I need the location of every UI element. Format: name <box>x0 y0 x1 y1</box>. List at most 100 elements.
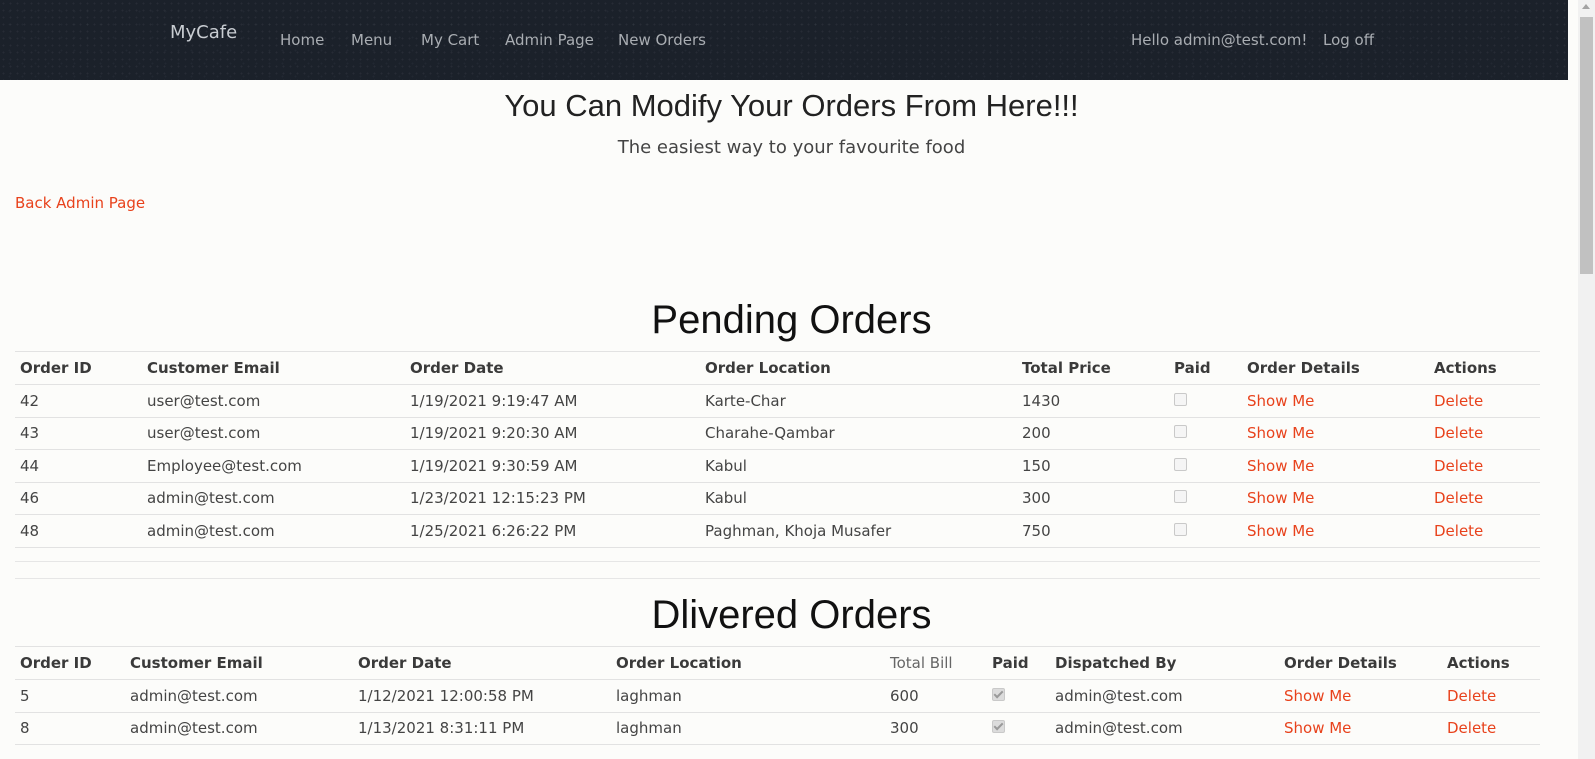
order-location: Paghman, Khoja Musafer <box>700 514 1017 548</box>
col-header-dispatched-by: Dispatched By <box>1050 646 1279 680</box>
order-id: 46 <box>15 482 142 515</box>
total-bill: 300 <box>885 712 987 745</box>
paid-checkbox[interactable] <box>1174 392 1187 406</box>
customer-email: user@test.com <box>142 417 405 450</box>
order-location: Karte-Char <box>700 384 1017 418</box>
order-date: 1/13/2021 8:31:11 PM <box>353 712 611 745</box>
order-date: 1/19/2021 9:19:47 AM <box>405 384 700 418</box>
back-admin-page-link[interactable]: Back Admin Page <box>15 194 145 212</box>
order-id: 5 <box>15 679 125 713</box>
col-header-customer-email: Customer Email <box>125 646 353 680</box>
table-header-row: Order ID Customer Email Order Date Order… <box>15 646 1540 680</box>
col-header-order-id: Order ID <box>15 351 142 385</box>
show-me-link[interactable]: Show Me <box>1247 457 1314 475</box>
nav-link-home[interactable]: Home <box>280 31 324 49</box>
total-price: 150 <box>1017 449 1169 483</box>
col-header-customer-email: Customer Email <box>142 351 405 385</box>
table-row: 44 Employee@test.com 1/19/2021 9:30:59 A… <box>15 449 1540 483</box>
table-row: 46 admin@test.com 1/23/2021 12:15:23 PM … <box>15 482 1540 515</box>
order-date: 1/19/2021 9:20:30 AM <box>405 417 700 450</box>
customer-email: Employee@test.com <box>142 449 405 483</box>
page-subtitle: The easiest way to your favourite food <box>617 137 966 158</box>
delete-link[interactable]: Delete <box>1434 522 1483 540</box>
delete-link[interactable]: Delete <box>1434 424 1483 442</box>
customer-email: admin@test.com <box>125 712 353 745</box>
total-price: 200 <box>1017 417 1169 450</box>
col-header-actions: Actions <box>1429 351 1540 385</box>
table-row: 42 user@test.com 1/19/2021 9:19:47 AM Ka… <box>15 384 1540 418</box>
table-header-row: Order ID Customer Email Order Date Order… <box>15 351 1540 385</box>
col-header-total-price: Total Price <box>1017 351 1169 385</box>
col-header-order-date: Order Date <box>353 646 611 680</box>
total-price: 300 <box>1017 482 1169 515</box>
brand-link[interactable]: MyCafe <box>170 22 237 43</box>
table-row: 43 user@test.com 1/19/2021 9:20:30 AM Ch… <box>15 417 1540 450</box>
order-id: 8 <box>15 712 125 745</box>
order-location: laghman <box>611 679 885 713</box>
order-date: 1/25/2021 6:26:22 PM <box>405 514 700 548</box>
delivered-orders-heading: Dlivered Orders <box>651 593 932 637</box>
col-header-total-bill: Total Bill <box>885 646 987 680</box>
paid-checkbox[interactable] <box>992 720 1005 734</box>
order-location: Kabul <box>700 449 1017 483</box>
table-row: 5 admin@test.com 1/12/2021 12:00:58 PM l… <box>15 679 1540 713</box>
order-id: 48 <box>15 514 142 548</box>
paid-checkbox[interactable] <box>1174 522 1187 536</box>
col-header-paid: Paid <box>1169 351 1242 385</box>
pending-orders-heading: Pending Orders <box>651 298 932 342</box>
order-location: Charahe-Qambar <box>700 417 1017 450</box>
customer-email: admin@test.com <box>125 679 353 713</box>
delete-link[interactable]: Delete <box>1434 489 1483 507</box>
order-location: Kabul <box>700 482 1017 515</box>
top-navbar: MyCafe Home Menu My Cart Admin Page New … <box>0 0 1568 80</box>
order-location: laghman <box>611 712 885 745</box>
paid-checkbox[interactable] <box>1174 490 1187 504</box>
nav-link-admin-page[interactable]: Admin Page <box>505 31 594 49</box>
delete-link[interactable]: Delete <box>1447 719 1496 737</box>
paid-checkbox[interactable] <box>1174 457 1187 471</box>
order-id: 44 <box>15 449 142 483</box>
show-me-link[interactable]: Show Me <box>1247 392 1314 410</box>
delete-link[interactable]: Delete <box>1447 687 1496 705</box>
delete-link[interactable]: Delete <box>1434 392 1483 410</box>
user-greeting-link[interactable]: Hello admin@test.com! <box>1131 31 1307 49</box>
table-row: 8 admin@test.com 1/13/2021 8:31:11 PM la… <box>15 712 1540 745</box>
show-me-link[interactable]: Show Me <box>1247 522 1314 540</box>
paid-checkbox[interactable] <box>1174 425 1187 439</box>
pending-orders-table: Order ID Customer Email Order Date Order… <box>15 351 1540 548</box>
order-date: 1/19/2021 9:30:59 AM <box>405 449 700 483</box>
order-date: 1/23/2021 12:15:23 PM <box>405 482 700 515</box>
delivered-orders-table: Order ID Customer Email Order Date Order… <box>15 646 1540 745</box>
delete-link[interactable]: Delete <box>1434 457 1483 475</box>
show-me-link[interactable]: Show Me <box>1284 719 1351 737</box>
order-id: 42 <box>15 384 142 418</box>
logoff-link[interactable]: Log off <box>1323 31 1374 49</box>
table-row: 48 admin@test.com 1/25/2021 6:26:22 PM P… <box>15 514 1540 548</box>
col-header-order-details: Order Details <box>1279 646 1442 680</box>
show-me-link[interactable]: Show Me <box>1284 687 1351 705</box>
nav-link-new-orders[interactable]: New Orders <box>618 31 706 49</box>
col-header-order-location: Order Location <box>611 646 885 680</box>
nav-link-my-cart[interactable]: My Cart <box>421 31 479 49</box>
order-date: 1/12/2021 12:00:58 PM <box>353 679 611 713</box>
dispatched-by: admin@test.com <box>1050 679 1279 713</box>
divider <box>15 578 1540 579</box>
divider <box>15 561 1540 562</box>
col-header-order-details: Order Details <box>1242 351 1429 385</box>
total-price: 750 <box>1017 514 1169 548</box>
paid-checkbox[interactable] <box>992 687 1005 701</box>
scroll-up-arrow-icon[interactable] <box>1582 4 1590 9</box>
show-me-link[interactable]: Show Me <box>1247 489 1314 507</box>
order-id: 43 <box>15 417 142 450</box>
nav-link-menu[interactable]: Menu <box>351 31 392 49</box>
show-me-link[interactable]: Show Me <box>1247 424 1314 442</box>
customer-email: admin@test.com <box>142 514 405 548</box>
col-header-order-date: Order Date <box>405 351 700 385</box>
customer-email: admin@test.com <box>142 482 405 515</box>
page-title: You Can Modify Your Orders From Here!!! <box>504 88 1079 123</box>
total-bill: 600 <box>885 679 987 713</box>
col-header-order-location: Order Location <box>700 351 1017 385</box>
total-price: 1430 <box>1017 384 1169 418</box>
col-header-paid: Paid <box>987 646 1050 680</box>
col-header-actions: Actions <box>1442 646 1540 680</box>
